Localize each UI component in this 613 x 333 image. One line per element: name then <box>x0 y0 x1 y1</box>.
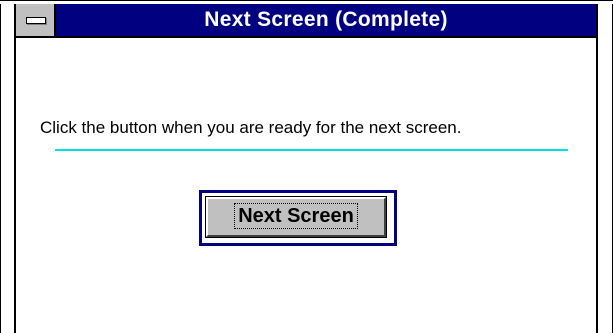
system-menu-icon <box>26 17 46 24</box>
next-screen-button-label: Next Screen <box>234 203 358 229</box>
window: Next Screen (Complete) Click the button … <box>0 0 613 333</box>
next-screen-button[interactable]: Next Screen <box>205 196 387 238</box>
client-area <box>16 38 596 333</box>
system-menu-button[interactable] <box>16 4 56 38</box>
divider-line <box>55 149 568 151</box>
window-right-border <box>598 0 613 333</box>
window-title: Next Screen (Complete) <box>204 8 448 31</box>
instruction-text: Click the button when you are ready for … <box>40 118 462 137</box>
window-right-edge <box>596 0 598 333</box>
